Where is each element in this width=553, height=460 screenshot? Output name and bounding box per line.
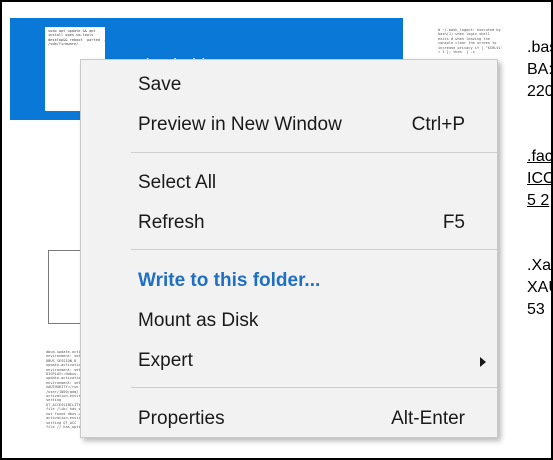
menu-item-label: Refresh bbox=[138, 212, 205, 233]
file-name-face[interactable]: .fac bbox=[527, 146, 553, 168]
menu-separator bbox=[131, 387, 497, 388]
menu-item-label: Mount as Disk bbox=[138, 310, 259, 331]
menu-item-label: Properties bbox=[138, 408, 225, 429]
file-size-face: 5 2 bbox=[527, 192, 550, 209]
thumbnail-preview-text: # ~/.bash_logout: executed by bash(1) wh… bbox=[438, 28, 502, 55]
menu-item-label: Expert bbox=[138, 350, 193, 371]
menu-item-label: Save bbox=[138, 74, 182, 95]
menu-item-write-to-folder[interactable]: Write to this folder... bbox=[81, 262, 497, 302]
file-size-bash-logout: 220 bbox=[527, 83, 553, 100]
menu-item-preview-new-window[interactable]: Preview in New Window Ctrl+P bbox=[81, 106, 497, 146]
menu-item-label: Preview in New Window bbox=[138, 114, 342, 135]
menu-item-label: Select All bbox=[138, 172, 217, 193]
menu-item-expert[interactable]: Expert bbox=[81, 342, 497, 382]
file-type-face: ICO bbox=[527, 170, 553, 187]
menu-separator bbox=[131, 249, 497, 250]
menu-item-select-all[interactable]: Select All bbox=[81, 164, 497, 204]
menu-item-save[interactable]: Save bbox=[81, 66, 497, 106]
menu-item-shortcut: Ctrl+P bbox=[411, 114, 465, 135]
file-type-bash-logout: BA: bbox=[527, 61, 553, 78]
file-name-bash-logout[interactable]: .bas bbox=[527, 37, 553, 59]
context-menu: Save Preview in New Window Ctrl+P Select… bbox=[80, 59, 498, 438]
menu-item-mount-as-disk[interactable]: Mount as Disk bbox=[81, 302, 497, 342]
file-name-xauthority[interactable]: .Xa bbox=[527, 255, 551, 277]
thumbnail-preview-text: sudo apt update && apt install open-vm-t… bbox=[48, 29, 105, 47]
menu-item-properties[interactable]: Properties Alt-Enter bbox=[81, 400, 497, 440]
submenu-arrow-icon bbox=[480, 357, 486, 367]
menu-item-label: Write to this folder... bbox=[138, 270, 321, 291]
menu-separator bbox=[131, 152, 497, 153]
menu-item-shortcut: F5 bbox=[442, 212, 465, 233]
file-size-xauthority: 53 bbox=[527, 301, 545, 318]
file-type-xauthority: XAU bbox=[527, 279, 553, 296]
menu-item-shortcut: Alt-Enter bbox=[391, 408, 465, 429]
menu-item-refresh[interactable]: Refresh F5 bbox=[81, 204, 497, 244]
